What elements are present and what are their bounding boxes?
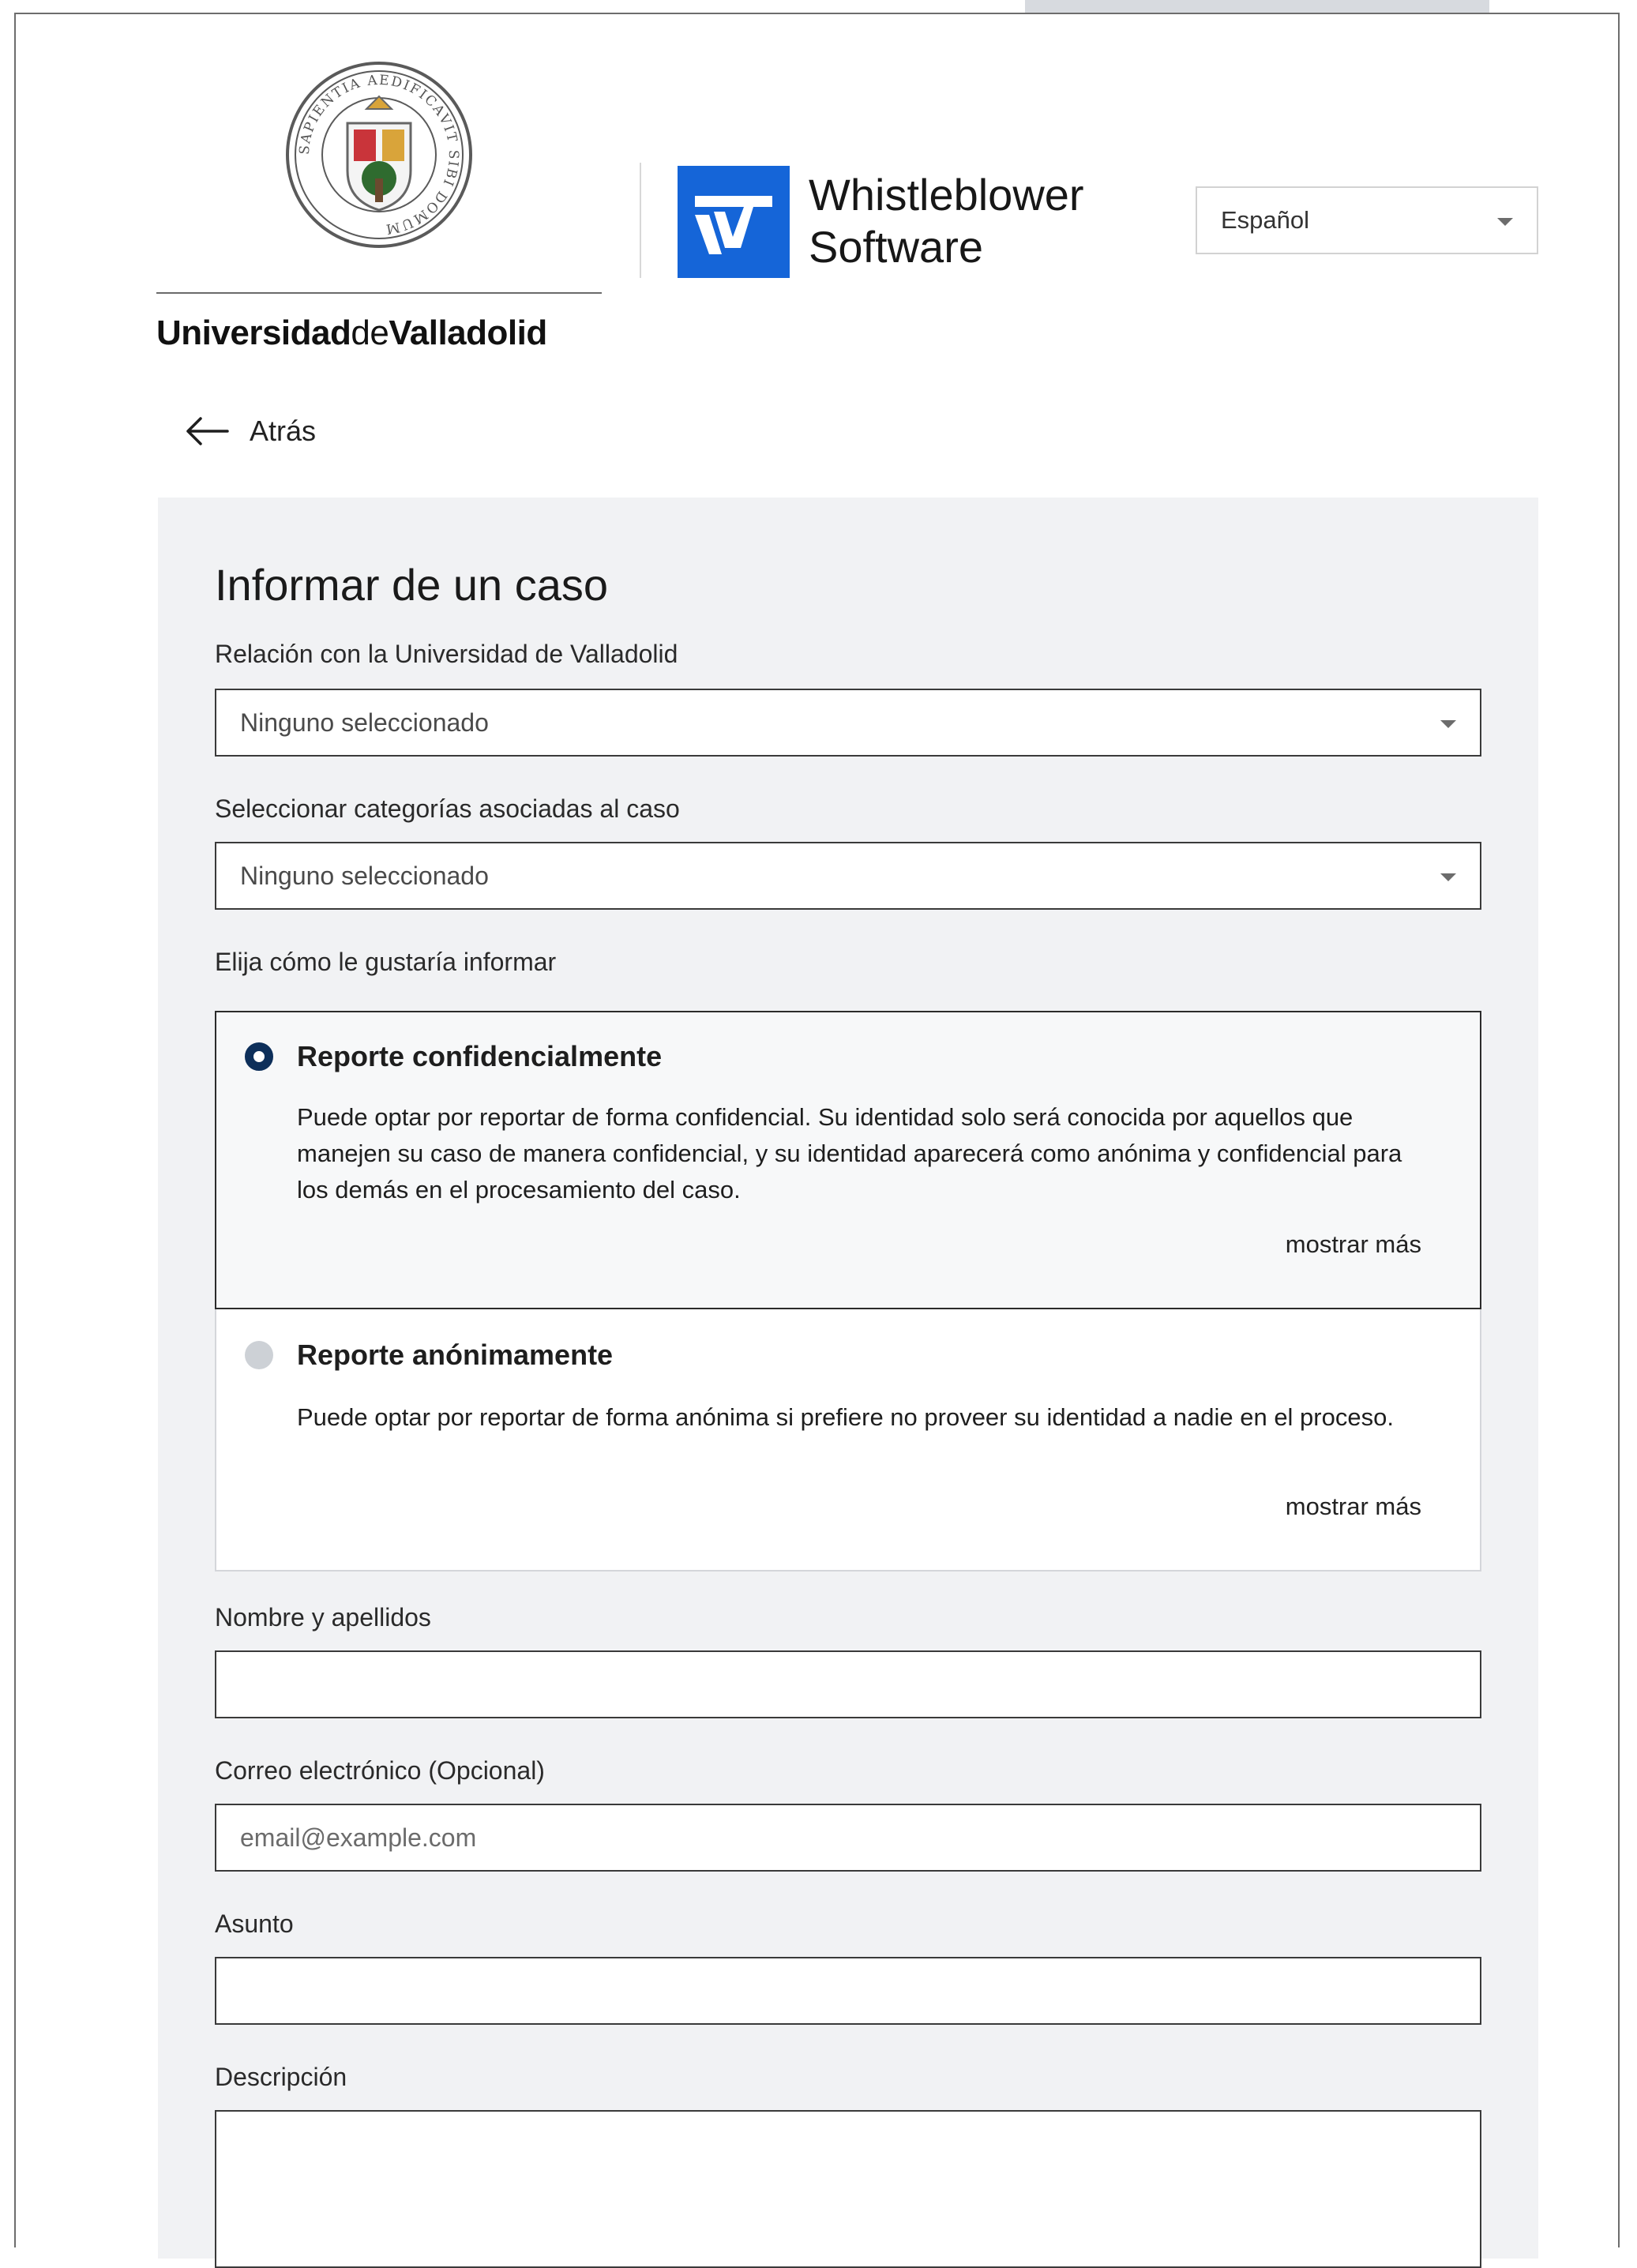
categories-select-value: Ninguno seleccionado — [240, 861, 489, 890]
relation-label: Relación con la Universidad de Valladoli… — [215, 640, 678, 668]
categories-select[interactable]: Ninguno seleccionado — [215, 842, 1481, 910]
radio-unselected-icon[interactable] — [245, 1341, 273, 1369]
name-input[interactable] — [215, 1650, 1481, 1718]
description-label: Descripción — [215, 2063, 347, 2091]
subject-input[interactable] — [215, 1957, 1481, 2025]
relation-select-value: Ninguno seleccionado — [240, 708, 489, 737]
header-divider — [640, 163, 641, 278]
show-more-link[interactable]: mostrar más — [1286, 1230, 1421, 1259]
email-input[interactable] — [215, 1804, 1481, 1872]
description-textarea[interactable] — [215, 2110, 1481, 2268]
subject-label: Asunto — [215, 1909, 294, 1938]
top-strip — [1025, 0, 1489, 13]
chevron-down-icon — [1440, 873, 1456, 881]
relation-select[interactable]: Ninguno seleccionado — [215, 689, 1481, 757]
option-confidential-title: Reporte confidencialmente — [297, 1040, 663, 1072]
language-select[interactable]: Español — [1196, 186, 1538, 254]
arrow-left-icon — [186, 417, 229, 445]
language-select-value: Español — [1221, 206, 1310, 234]
brand-name: Whistleblower Software — [809, 170, 1084, 272]
chevron-down-icon — [1497, 218, 1513, 226]
university-logo-rule — [156, 292, 602, 294]
back-button[interactable]: Atrás — [185, 411, 316, 452]
whistleblower-logo-icon — [678, 166, 790, 278]
report-form-panel: Informar de un caso Relación con la Univ… — [158, 498, 1538, 2268]
back-label: Atrás — [250, 415, 317, 447]
page-frame: SAPIENTIA AEDIFICAVIT SIBI DOMUM Univers… — [14, 13, 1620, 2268]
show-more-link[interactable]: mostrar más — [1286, 1493, 1421, 1521]
option-anonymous[interactable]: Reporte anónimamente Puede optar por rep… — [215, 1309, 1481, 1571]
radio-selected-icon[interactable] — [245, 1042, 273, 1071]
name-label: Nombre y apellidos — [215, 1603, 431, 1632]
email-label: Correo electrónico (Opcional) — [215, 1756, 545, 1785]
university-seal-logo: SAPIENTIA AEDIFICAVIT SIBI DOMUM — [286, 62, 472, 248]
chevron-down-icon — [1440, 720, 1456, 728]
categories-label: Seleccionar categorías asociadas al caso — [215, 794, 680, 823]
university-wordmark: UniversidaddeValladolid — [156, 314, 547, 352]
option-confidential-description: Puede optar por reportar de forma confid… — [297, 1103, 1402, 1203]
option-anonymous-description: Puede optar por reportar de forma anónim… — [297, 1403, 1394, 1431]
report-mode-label: Elija cómo le gustaría informar — [215, 948, 557, 976]
option-confidential[interactable]: Reporte confidencialmente Puede optar po… — [215, 1011, 1481, 1309]
page-title: Informar de un caso — [215, 560, 609, 610]
option-anonymous-title: Reporte anónimamente — [297, 1339, 614, 1371]
